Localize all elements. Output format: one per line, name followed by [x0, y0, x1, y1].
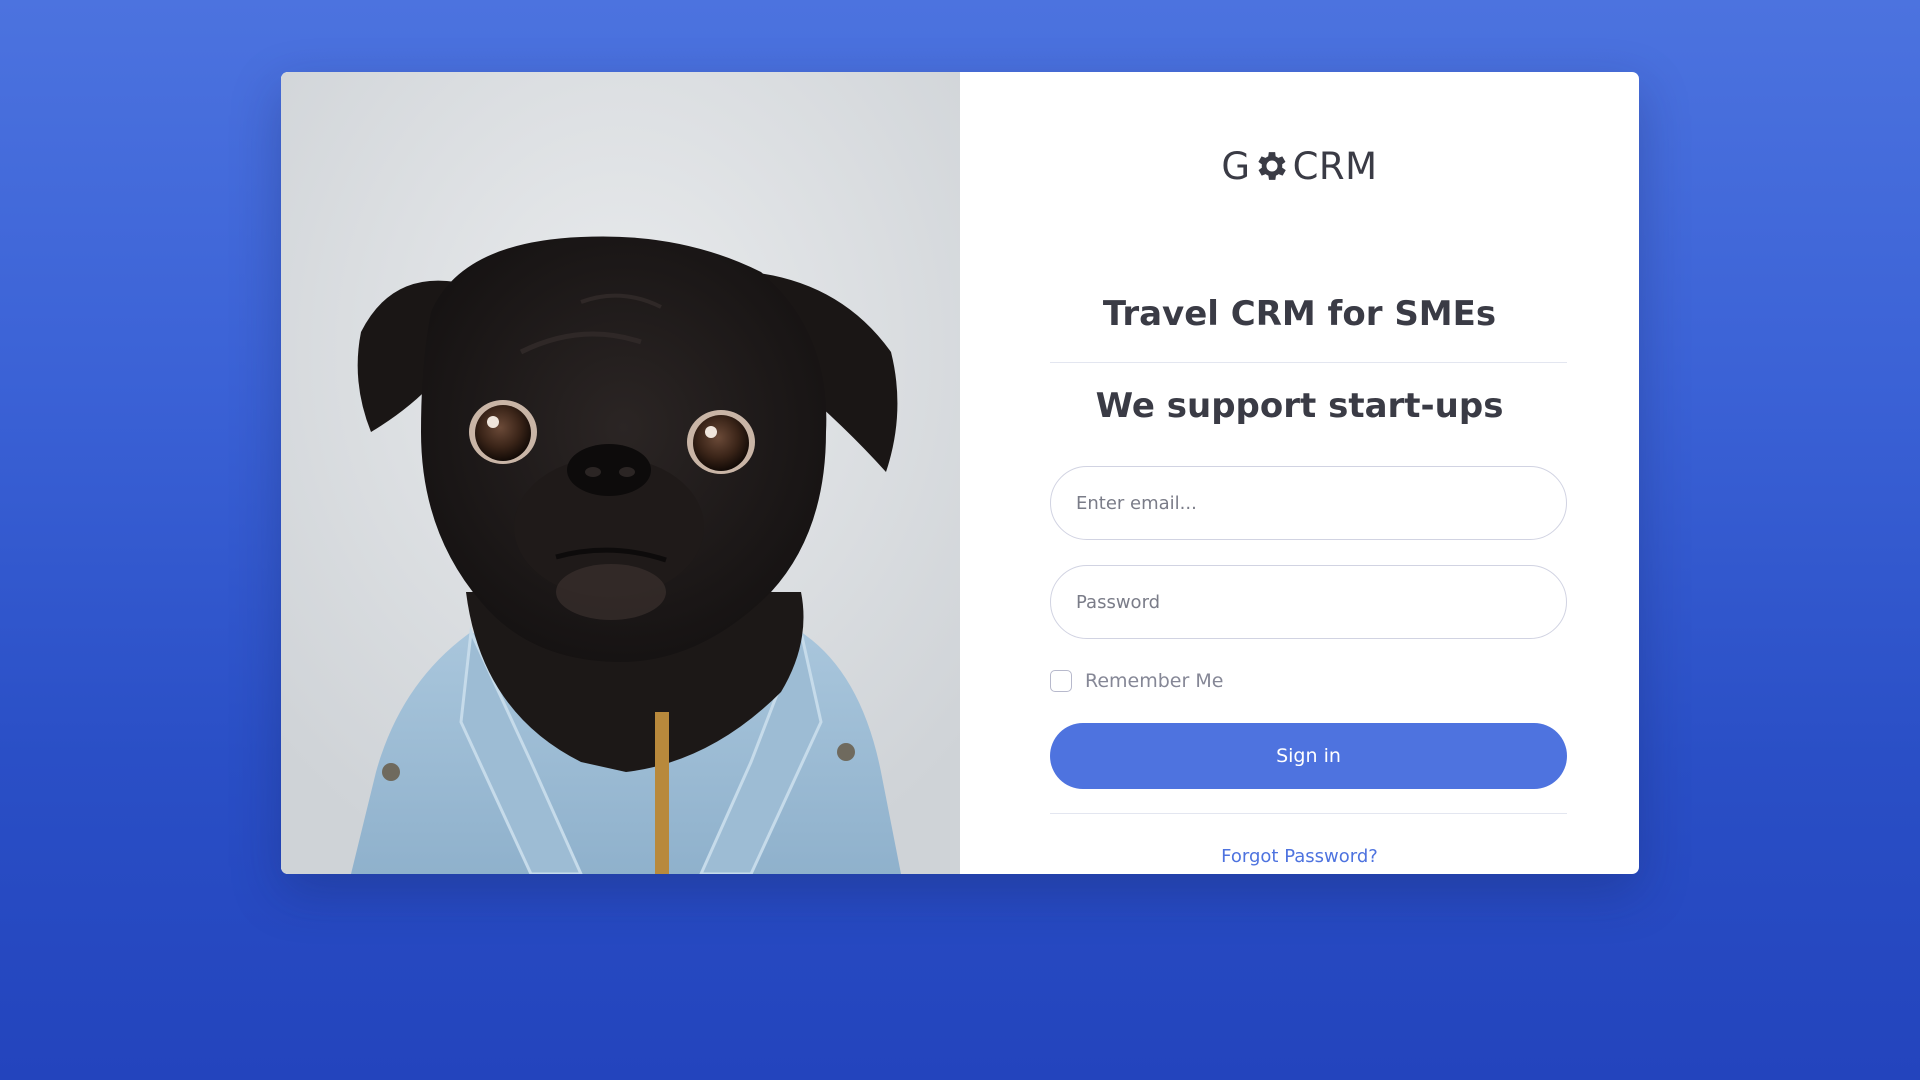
brand-name-suffix: CRM: [1292, 145, 1378, 188]
tagline-heading: Travel CRM for SMEs: [1102, 294, 1497, 334]
forgot-password-link[interactable]: Forgot Password?: [960, 844, 1639, 870]
email-input[interactable]: [1050, 466, 1567, 540]
login-image: [281, 72, 960, 874]
remember-me[interactable]: Remember Me: [1050, 668, 1223, 694]
login-form-panel: G CRM Travel CRM for SMEs We support star…: [960, 72, 1639, 874]
remember-checkbox[interactable]: [1050, 670, 1072, 692]
pug-photo: [281, 72, 960, 874]
remember-label[interactable]: Remember Me: [1085, 670, 1223, 692]
divider: [1050, 813, 1567, 814]
password-input[interactable]: [1050, 565, 1567, 639]
gear-icon: [1257, 152, 1286, 180]
brand-name-prefix: G: [1221, 145, 1251, 188]
slogan-heading: We support start-ups: [1095, 386, 1504, 426]
login-card: G CRM Travel CRM for SMEs We support star…: [281, 72, 1639, 874]
divider: [1050, 362, 1567, 363]
brand-logo: G CRM: [960, 142, 1639, 192]
sign-in-button[interactable]: Sign in: [1050, 723, 1567, 789]
